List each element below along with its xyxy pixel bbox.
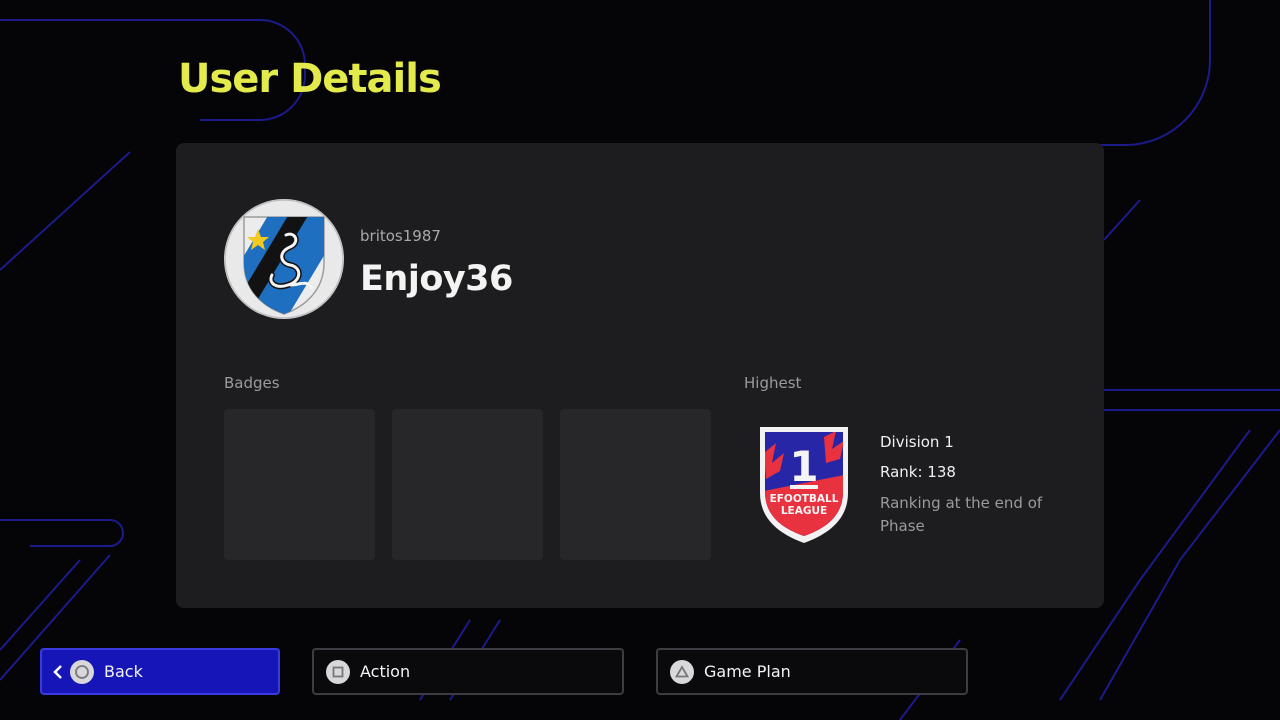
user-id: britos1987 bbox=[360, 227, 441, 245]
efootball-league-emblem-icon: 1 EFOOTBALL LEAGUE bbox=[760, 427, 848, 543]
emblem-line1: EFOOTBALL bbox=[770, 493, 839, 505]
badge-slot-1[interactable] bbox=[224, 409, 375, 560]
action-button-label: Action bbox=[360, 662, 411, 681]
user-details-panel: britos1987 Enjoy36 Badges Highest 1 EFOO… bbox=[176, 143, 1104, 608]
page-title: User Details bbox=[178, 56, 442, 102]
badges-label: Badges bbox=[224, 374, 280, 392]
game-plan-button[interactable]: Game Plan bbox=[656, 648, 968, 695]
emblem-number: 1 bbox=[789, 442, 818, 491]
team-crest-avatar bbox=[224, 199, 344, 319]
ranking-note: Ranking at the end of Phase bbox=[880, 494, 1043, 535]
rank-text: Rank: 138 bbox=[880, 463, 956, 481]
back-button-label: Back bbox=[104, 662, 143, 681]
game-plan-button-label: Game Plan bbox=[704, 662, 791, 681]
badge-slot-3[interactable] bbox=[560, 409, 711, 560]
inter-milan-crest-icon bbox=[224, 199, 344, 319]
chevron-left-icon bbox=[53, 664, 62, 679]
action-button[interactable]: Action bbox=[312, 648, 624, 695]
division-text: Division 1 bbox=[880, 433, 954, 451]
display-name: Enjoy36 bbox=[360, 259, 513, 299]
highest-label: Highest bbox=[744, 374, 802, 392]
back-button[interactable]: Back bbox=[40, 648, 280, 695]
emblem-line2: LEAGUE bbox=[781, 505, 827, 517]
square-button-icon bbox=[326, 659, 350, 684]
badge-slot-2[interactable] bbox=[392, 409, 543, 560]
triangle-button-icon bbox=[670, 659, 694, 684]
circle-button-icon bbox=[70, 659, 94, 684]
